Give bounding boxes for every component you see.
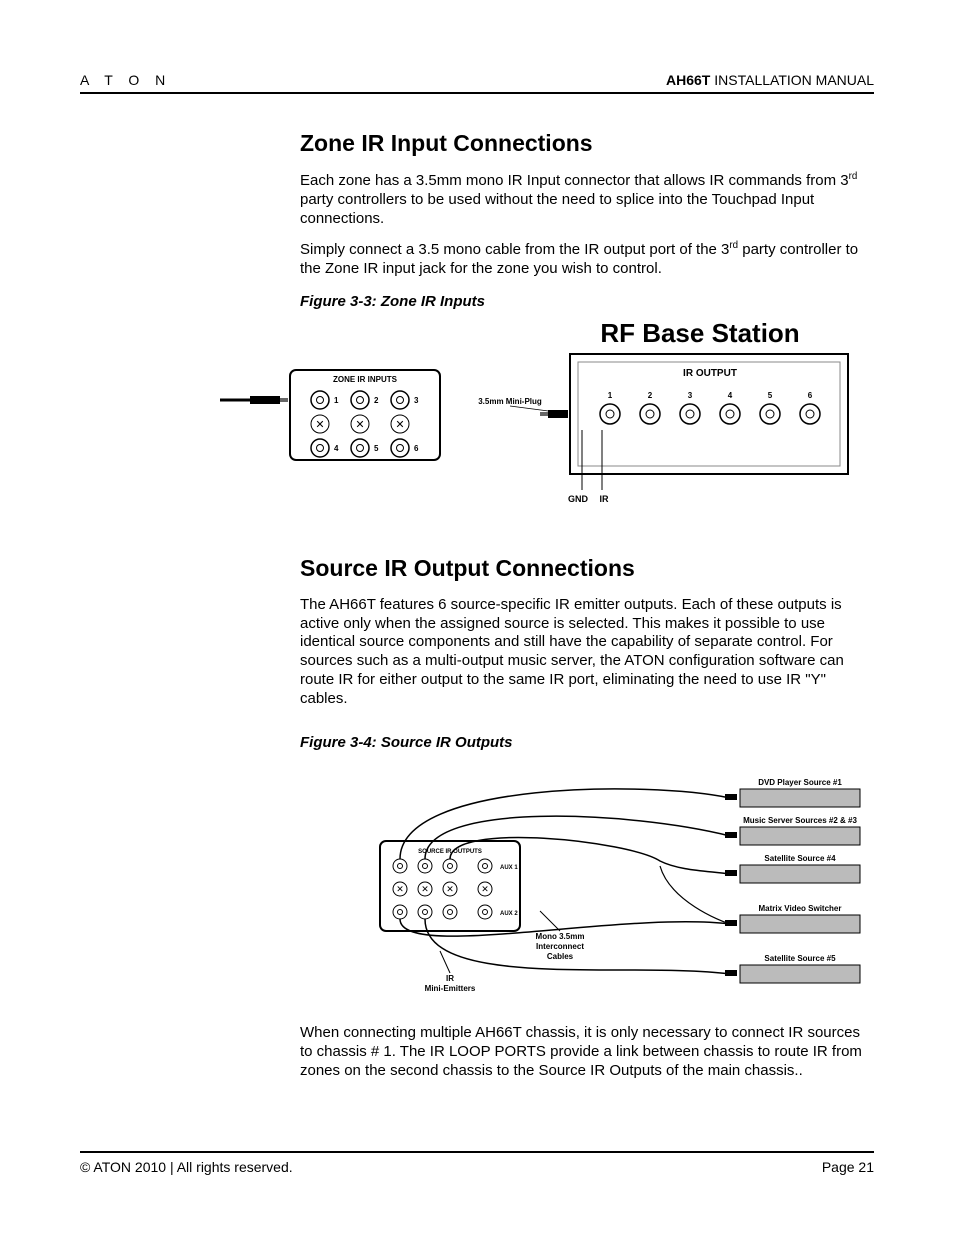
svg-text:5: 5 — [768, 391, 773, 400]
svg-text:6: 6 — [808, 391, 813, 400]
page-header: A T O N AH66T INSTALLATION MANUAL — [80, 72, 874, 94]
figure-3-4: SOURCE IR OUTPUTS AUX 1 ✕ ✕ ✕ ✕ — [300, 761, 874, 1016]
svg-text:2: 2 — [648, 391, 653, 400]
section1-para2-a: Simply connect a 3.5 mono cable from the… — [300, 241, 729, 258]
footer-page-number: Page 21 — [822, 1159, 874, 1175]
section2-para1: The AH66T features 6 source-specific IR … — [300, 596, 874, 709]
svg-text:✕: ✕ — [396, 884, 404, 894]
footer-copyright: © ATON 2010 | All rights reserved. — [80, 1159, 293, 1175]
section1-para1: Each zone has a 3.5mm mono IR Input conn… — [300, 171, 874, 228]
svg-text:1: 1 — [608, 391, 613, 400]
fig33-title: RF Base Station — [600, 320, 799, 348]
svg-text:Matrix Video Switcher: Matrix Video Switcher — [759, 904, 842, 913]
section1-para2: Simply connect a 3.5 mono cable from the… — [300, 240, 874, 279]
svg-text:✕: ✕ — [355, 419, 364, 431]
fig33-ir-label: IR — [600, 494, 610, 504]
section2-para2: When connecting multiple AH66T chassis, … — [300, 1024, 874, 1080]
section1-para1-b: party controllers to be used without the… — [300, 191, 814, 227]
section1-para1-a: Each zone has a 3.5mm mono IR Input conn… — [300, 172, 849, 189]
figure-3-3: RF Base Station IR OUTPUT 1 2 — [200, 320, 874, 525]
svg-text:Interconnect: Interconnect — [536, 942, 584, 951]
fig33-output-label: IR OUTPUT — [683, 368, 737, 379]
fig33-plug-label: 3.5mm Mini-Plug — [478, 397, 542, 406]
svg-text:4: 4 — [728, 391, 733, 400]
svg-text:Satellite Source #5: Satellite Source #5 — [764, 954, 836, 963]
svg-text:✕: ✕ — [395, 419, 404, 431]
svg-text:Music Server Sources #2 & #3: Music Server Sources #2 & #3 — [743, 816, 857, 825]
svg-text:4: 4 — [334, 444, 339, 453]
figure-3-3-caption: Figure 3-3: Zone IR Inputs — [300, 293, 874, 310]
content-column: Zone IR Input Connections Each zone has … — [300, 130, 874, 1081]
svg-text:5: 5 — [374, 444, 379, 453]
page-footer: © ATON 2010 | All rights reserved. Page … — [80, 1151, 874, 1175]
section1-heading: Zone IR Input Connections — [300, 130, 874, 157]
fig34-devices: DVD Player Source #1 Music Server Source… — [740, 778, 860, 983]
svg-text:IR: IR — [446, 974, 454, 983]
svg-text:AUX 1: AUX 1 — [500, 865, 518, 871]
svg-text:3: 3 — [414, 396, 419, 405]
svg-text:Mini-Emitters: Mini-Emitters — [425, 984, 476, 993]
ordinal-sup: rd — [849, 171, 858, 182]
svg-text:Cables: Cables — [547, 952, 574, 961]
header-title: AH66T INSTALLATION MANUAL — [666, 72, 874, 88]
svg-text:2: 2 — [374, 396, 379, 405]
fig33-gnd-label: GND — [568, 494, 589, 504]
svg-text:1: 1 — [334, 396, 339, 405]
header-brand: A T O N — [80, 72, 171, 88]
fig33-panel-label: ZONE IR INPUTS — [333, 375, 398, 384]
svg-text:✕: ✕ — [421, 884, 429, 894]
svg-text:6: 6 — [414, 444, 419, 453]
svg-text:DVD Player Source #1: DVD Player Source #1 — [758, 778, 842, 787]
section2-heading: Source IR Output Connections — [300, 555, 874, 582]
header-suffix: INSTALLATION MANUAL — [710, 72, 874, 88]
svg-text:Satellite Source #4: Satellite Source #4 — [764, 854, 836, 863]
svg-text:✕: ✕ — [315, 419, 324, 431]
page: A T O N AH66T INSTALLATION MANUAL Zone I… — [0, 0, 954, 1235]
svg-text:3: 3 — [688, 391, 693, 400]
svg-text:Mono 3.5mm: Mono 3.5mm — [536, 932, 585, 941]
fig33-output-ports: 1 2 3 4 — [600, 391, 820, 424]
product-code: AH66T — [666, 72, 710, 88]
fig34-panel-label: SOURCE IR OUTPUTS — [418, 849, 482, 855]
figure-3-4-caption: Figure 3-4: Source IR Outputs — [300, 734, 874, 751]
svg-text:✕: ✕ — [481, 884, 489, 894]
svg-text:AUX 2: AUX 2 — [500, 911, 518, 917]
svg-text:✕: ✕ — [446, 884, 454, 894]
ordinal-sup: rd — [729, 240, 738, 251]
